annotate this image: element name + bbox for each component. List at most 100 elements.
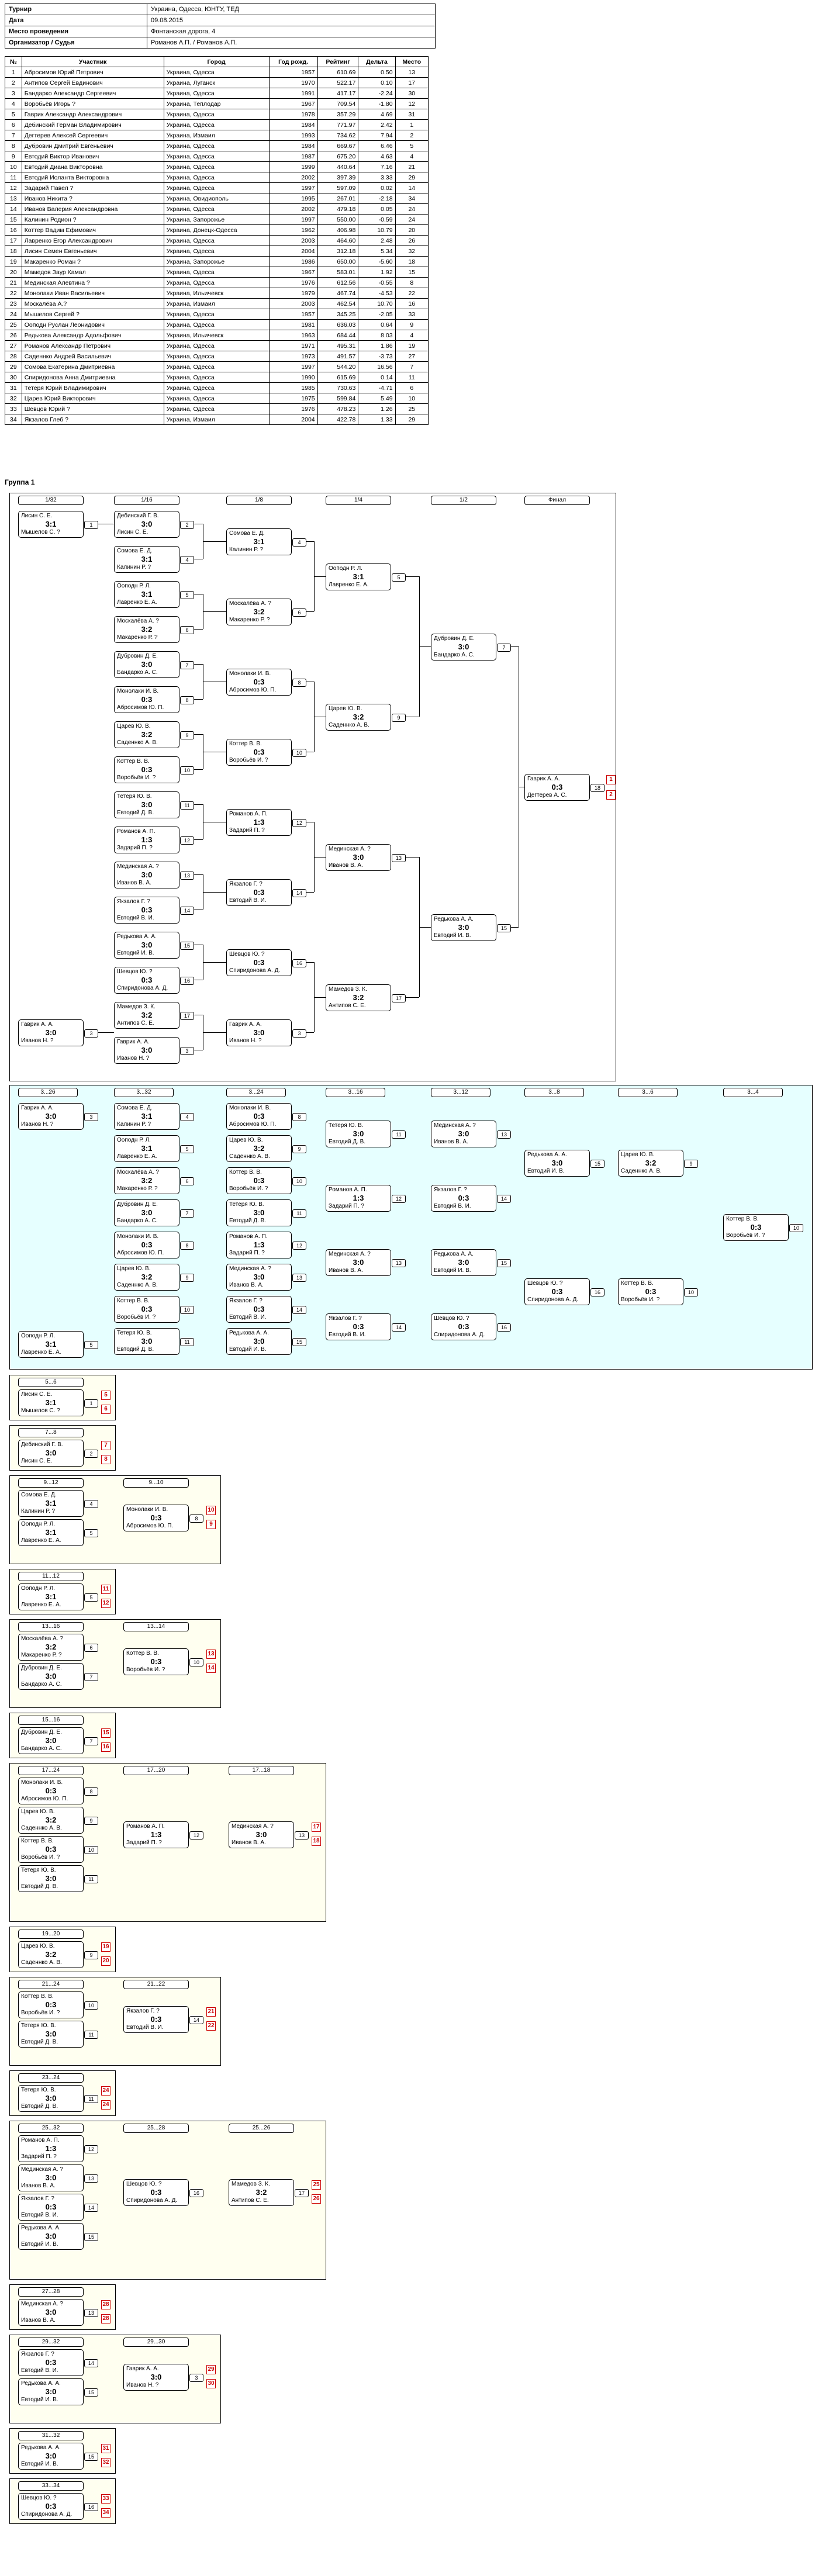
player-b: Задарий П. ?	[229, 827, 265, 834]
match-number: 5	[180, 591, 194, 599]
table-cell: Якзалов Глеб ?	[21, 414, 164, 425]
player-a: Дубровин Д. Е.	[21, 1665, 62, 1671]
match-number: 8	[292, 1113, 306, 1121]
stage-header: 25...28	[123, 2124, 189, 2133]
player-a: Редькова А. А.	[21, 2225, 61, 2231]
match-box: Гаврик А. А. 0:3 Дегтерев А. С. 18	[524, 774, 605, 801]
player-b: Бандарко А. С.	[21, 1745, 62, 1752]
table-row: 6 Дебинский Герман Владимирович Украина, О…	[5, 119, 429, 130]
match-number: 8	[180, 1242, 194, 1250]
match-score: 3:0	[458, 642, 469, 651]
match-number: 7	[497, 644, 511, 652]
match-score: 0:3	[353, 1322, 364, 1331]
match-number: 1	[84, 521, 98, 529]
table-row: 23 Москалёва А.? Украина, Измаил 2003 462.54…	[5, 298, 429, 309]
match-score: 3:2	[141, 730, 153, 739]
bracket-line	[306, 541, 314, 542]
player-a: Монолаки И. В.	[117, 1233, 159, 1240]
table-cell: 544.20	[317, 361, 359, 372]
table-cell: 479.18	[317, 203, 359, 215]
table-cell: Коттер Вадим Ефимович	[21, 224, 164, 236]
table-cell: 21	[5, 277, 22, 288]
table-cell: 709.54	[317, 98, 359, 109]
match-score: 3:0	[353, 1129, 364, 1138]
match-box: Коттер В. В. 0:3 Воробьёв И. ? 10	[123, 1648, 203, 1675]
match-box: Москалёва А. ? 3:2 Макаренко Р. ? 6	[18, 1634, 98, 1661]
player-b: Евтодий Д. В.	[117, 810, 154, 816]
match-number: 14	[189, 2016, 203, 2024]
player-a: Москалёва А. ?	[229, 600, 271, 607]
match-box: Ооподн Р. Л. 3:1 Лавренко Е. А. 5	[18, 1331, 98, 1358]
table-cell: Украина, Одесса	[163, 351, 270, 362]
table-cell: Украина, Одесса	[163, 277, 270, 288]
column-header: Дельта	[358, 56, 396, 67]
table-cell: Мединская Алевтина ?	[21, 277, 164, 288]
player-b: Задарий П. ?	[21, 2153, 57, 2160]
match-score: 3:0	[45, 1112, 57, 1121]
match-score: 3:0	[45, 2308, 57, 2316]
table-cell: 1973	[268, 351, 318, 362]
table-cell: Украина, Одесса	[163, 235, 270, 246]
table-cell: Лисин Семен Евгеньевич	[21, 246, 164, 257]
player-b: Спиридонова А. Д.	[527, 1296, 579, 1303]
match-score: 0:3	[253, 1112, 265, 1121]
match-score: 3:2	[253, 607, 265, 616]
match-box: Сомова Е. Д. 3:1 Калинин Р. ? 4	[18, 1490, 98, 1517]
match-number: 16	[189, 2189, 203, 2197]
table-cell: 34	[5, 414, 22, 425]
match-box: Коттер В. В. 0:3 Воробьёв И. ? 10	[723, 1214, 803, 1241]
table-cell: Украина, Одесса	[163, 161, 270, 172]
match-score: 0:3	[253, 1176, 265, 1185]
match-number: 15	[84, 2388, 98, 2397]
bracket-line	[194, 839, 203, 840]
table-cell: 5	[395, 140, 429, 151]
stage-header: 19...20	[18, 1930, 84, 1939]
match-number: 5	[392, 573, 406, 582]
bracket-line	[306, 1032, 314, 1033]
player-a: Редькова А. А.	[21, 2380, 61, 2387]
player-b: Дегтерев А. С.	[527, 792, 567, 798]
table-cell: 1979	[268, 288, 318, 299]
table-cell: 1978	[268, 109, 318, 120]
table-cell: 0.02	[358, 182, 396, 193]
bracket-line	[98, 1032, 114, 1033]
tournament-info-table: Турнир Украина, Одесса, ЮНТУ, ТЕД Дата 09.0…	[5, 4, 436, 49]
table-cell: 1990	[268, 372, 318, 383]
player-a: Мамедов З. К.	[329, 986, 367, 993]
table-cell: 8	[395, 277, 429, 288]
bracket-line	[419, 927, 431, 928]
match-number: 10	[84, 2001, 98, 2010]
player-a: Монолаки И. В.	[117, 688, 159, 694]
participants-table: № Участник Город Год рожд. Рейтинг Дельта Мест…	[5, 56, 429, 425]
table-cell: 2002	[268, 203, 318, 215]
table-cell: Иванов Валерия Александровна	[21, 203, 164, 215]
table-cell: 345.25	[317, 309, 359, 320]
player-a: Монолаки И. В.	[229, 670, 271, 677]
table-cell: 0.64	[358, 319, 396, 330]
match-score: 3:1	[45, 1398, 57, 1407]
player-a: Якзалов Г. ?	[21, 2195, 54, 2202]
player-b: Абросимов Ю. П.	[229, 1121, 277, 1128]
table-row: 15 Калинин Родион ? Украина, Запорожье 1997…	[5, 214, 429, 225]
table-cell: -2.24	[358, 88, 396, 99]
match-box: Романов А. П. 1:3 Задарий П. ? 12	[114, 827, 194, 853]
player-b: Воробьёв И. ?	[229, 1185, 268, 1192]
stage-header: 29...32	[18, 2338, 84, 2347]
table-row: 22 Монолаки Иван Васильевич Украина, Ильич…	[5, 288, 429, 299]
table-cell: Украина, Одесса	[163, 361, 270, 372]
match-box: Монолаки И. В. 0:3 Абросимов Ю. П. 8	[114, 686, 194, 713]
table-cell: 422.78	[317, 414, 359, 425]
match-box: Тетеря Ю. В. 3:0 Евтодий Д. В. 11	[114, 1328, 194, 1355]
match-score: 3:0	[45, 2451, 57, 2460]
table-cell: 6	[395, 382, 429, 393]
player-b: Евтодий В. И.	[126, 2024, 164, 2031]
match-number: 13	[497, 1130, 511, 1139]
match-number: 7	[84, 1673, 98, 1681]
table-cell: Задарий Павел ?	[21, 182, 164, 193]
match-box: Дубровин Д. Е. 3:0 Бандарко А. С. 7	[431, 634, 511, 661]
match-number: 16	[590, 1288, 605, 1296]
match-score: 0:3	[750, 1223, 762, 1232]
match-number: 3	[189, 2374, 203, 2382]
match-box: Царев Ю. В. 3:2 Саденнко А. В. 9	[326, 704, 406, 731]
table-cell: 18	[395, 256, 429, 267]
